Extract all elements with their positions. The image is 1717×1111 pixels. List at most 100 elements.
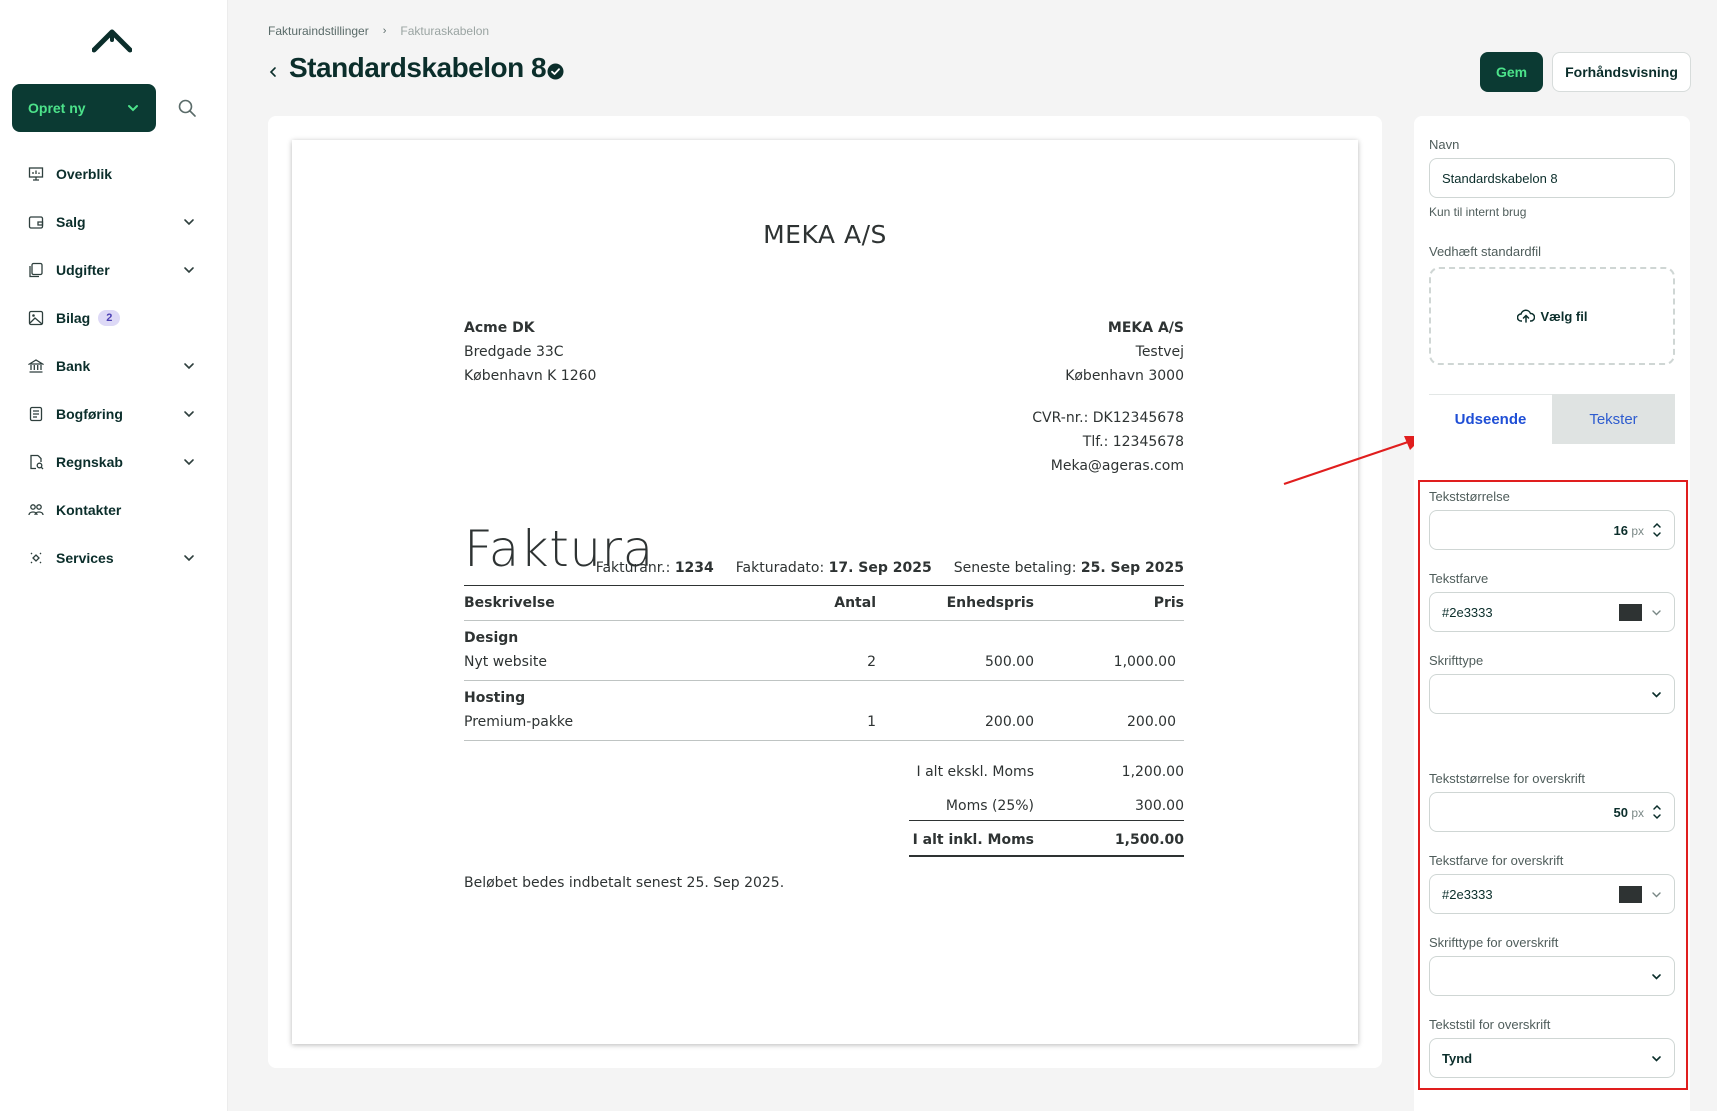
text-size-input[interactable]: 16 px (1429, 510, 1675, 550)
color-swatch (1619, 604, 1642, 621)
ledger-icon (29, 406, 43, 422)
text-color-value: #2e3333 (1442, 604, 1493, 620)
file-upload-dropzone[interactable]: Vælg fil (1429, 267, 1675, 365)
subtotal-label: I alt ekskl. Moms (916, 764, 1034, 780)
chevron-down-icon (184, 363, 194, 370)
sidebar-item-bank[interactable]: Bank (0, 342, 228, 390)
font-select[interactable] (1429, 674, 1675, 714)
search-icon[interactable] (176, 97, 198, 119)
people-icon (28, 504, 44, 516)
heading-color-value: #2e3333 (1442, 886, 1493, 902)
tab-appearance[interactable]: Udseende (1429, 394, 1552, 444)
stepper-icon[interactable] (1652, 521, 1662, 539)
breadcrumb-item-current: Fakturaskabelon (400, 24, 490, 38)
invoice-date: Fakturadato: 17. Sep 2025 (735, 560, 932, 576)
sidebar-item-label: Bilag (56, 310, 91, 326)
invoice-company-heading: MEKA A/S (763, 220, 887, 249)
subtotal-row: I alt ekskl. Moms 1,200.00 (464, 754, 1184, 788)
totals-divider (909, 855, 1184, 857)
breadcrumb: Fakturaindstillinger › Fakturaskabelon (268, 24, 489, 38)
chevron-down-icon (184, 267, 194, 274)
total-row: I alt inkl. Moms 1,500.00 (464, 822, 1184, 856)
payment-note: Beløbet bedes indbetalt senest 25. Sep 2… (464, 875, 785, 891)
chevron-left-icon[interactable] (268, 66, 278, 78)
attach-label: Vedhæft standardfil (1429, 244, 1542, 259)
table-header-row: Beskrivelse Antal Enhedspris Pris (464, 586, 1184, 620)
sidebar-item-kontakter[interactable]: Kontakter (0, 486, 228, 534)
stepper-icon[interactable] (1652, 803, 1662, 821)
cloud-upload-icon (1516, 309, 1535, 323)
recipient-city: København K 1260 (464, 368, 597, 384)
table-row: Design Nyt website 2 500.00 1,000.00 (464, 621, 1184, 680)
line-item-price: 1,000.00 (1113, 654, 1176, 670)
name-input[interactable]: Standardskabelon 8 (1429, 158, 1675, 198)
column-header-price: Pris (1153, 595, 1184, 611)
create-new-button[interactable]: Opret ny (12, 84, 156, 132)
line-item-unit-price: 200.00 (985, 714, 1034, 730)
sidebar-item-bogforing[interactable]: Bogføring (0, 390, 228, 438)
table-divider (464, 740, 1184, 741)
ageras-logo-icon[interactable] (92, 26, 132, 54)
column-header-unit-price: Enhedspris (946, 595, 1034, 611)
sidebar-item-overblik[interactable]: Overblik (0, 150, 228, 198)
chevron-down-icon (1652, 610, 1661, 616)
sidebar-item-udgifter[interactable]: Udgifter (0, 246, 228, 294)
settings-tabs: Udseende Tekster (1429, 394, 1675, 444)
line-item-unit-price: 500.00 (985, 654, 1034, 670)
count-badge: 2 (98, 310, 121, 326)
sidebar-item-regnskab[interactable]: Regnskab (0, 438, 228, 486)
heading-size-input[interactable]: 50 px (1429, 792, 1675, 832)
heading-style-label: Tekststil for overskrift (1429, 1017, 1551, 1032)
name-help-text: Kun til internt brug (1429, 205, 1527, 219)
sidebar-item-salg[interactable]: Salg (0, 198, 228, 246)
unit-label: px (1631, 806, 1644, 820)
sidebar-item-label: Services (56, 550, 114, 566)
line-item-qty: 2 (867, 654, 876, 670)
chevron-down-icon (184, 411, 194, 418)
line-item-qty: 1 (867, 714, 876, 730)
invoice-paper: MEKA A/S Acme DK Bredgade 33C København … (292, 140, 1358, 1044)
preview-button[interactable]: Forhåndsvisning (1552, 52, 1691, 92)
total-value: 1,500.00 (1114, 832, 1184, 848)
line-group-name: Hosting (464, 690, 526, 706)
breadcrumb-item-settings[interactable]: Fakturaindstillinger (268, 24, 369, 38)
sidebar-item-label: Kontakter (56, 502, 122, 518)
totals-divider (909, 820, 1184, 821)
invoice-lines-table: Beskrivelse Antal Enhedspris Pris Design… (464, 585, 1184, 741)
name-label: Navn (1429, 137, 1460, 152)
recipient-street: Bredgade 33C (464, 344, 564, 360)
save-button[interactable]: Gem (1480, 52, 1543, 92)
text-size-value: 16 (1613, 523, 1628, 538)
total-label: I alt inkl. Moms (912, 832, 1034, 848)
chevron-down-icon (1652, 892, 1661, 898)
sidebar-item-label: Udgifter (56, 262, 110, 278)
sidebar-item-services[interactable]: Services (0, 534, 228, 582)
text-color-picker[interactable]: #2e3333 (1429, 592, 1675, 632)
column-header-qty: Antal (834, 595, 876, 611)
heading-size-label: Tekststørrelse for overskrift (1429, 771, 1586, 786)
heading-style-select[interactable]: Tynd (1429, 1038, 1675, 1078)
sidebar-item-bilag[interactable]: Bilag 2 (0, 294, 228, 342)
sidebar-item-label: Overblik (56, 166, 113, 182)
vat-row: Moms (25%) 300.00 (464, 788, 1184, 822)
sender-address: MEKA A/S Testvej København 3000 (1065, 316, 1184, 388)
color-swatch (1619, 886, 1642, 903)
create-new-label: Opret ny (28, 100, 86, 116)
font-label: Skrifttype (1429, 653, 1484, 668)
heading-color-picker[interactable]: #2e3333 (1429, 874, 1675, 914)
chevron-down-icon (184, 459, 194, 466)
receipt-stack-icon (29, 262, 43, 278)
tab-texts[interactable]: Tekster (1552, 394, 1675, 444)
heading-font-select[interactable] (1429, 956, 1675, 996)
sidebar-item-label: Bogføring (56, 406, 123, 422)
column-header-description: Beskrivelse (464, 595, 555, 611)
chevron-down-icon (1652, 692, 1661, 698)
services-icon (30, 552, 42, 564)
chevron-down-icon (184, 555, 194, 562)
name-input-value: Standardskabelon 8 (1442, 170, 1558, 186)
invoice-due-date: Seneste betaling: 25. Sep 2025 (953, 560, 1184, 576)
line-group-name: Design (464, 630, 519, 646)
line-item-price: 200.00 (1127, 714, 1176, 730)
invoice-totals: I alt ekskl. Moms 1,200.00 Moms (25%) 30… (464, 754, 1184, 857)
sender-cvr: CVR-nr.: DK12345678 (1032, 410, 1184, 426)
